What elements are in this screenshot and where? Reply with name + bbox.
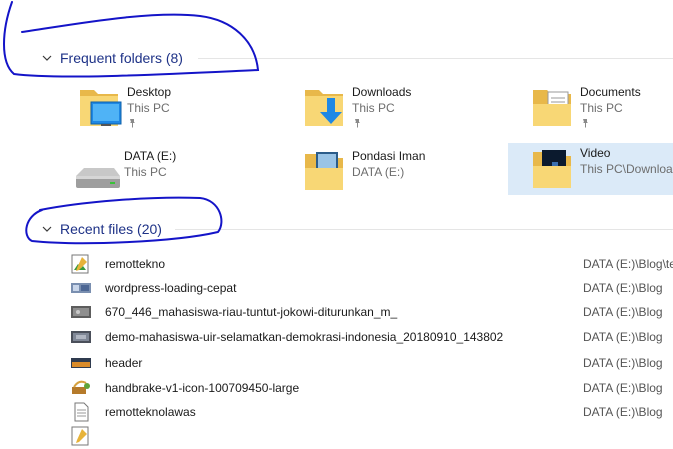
image-thumbnail-icon [70,378,92,398]
file-location: DATA (E:)\Blog\te [583,257,673,271]
file-location: DATA (E:)\Blog [583,405,663,419]
folder-tile-video[interactable]: Video This PC\Downloa [508,143,673,195]
file-name: demo-mahasiswa-uir-selamatkan-demokrasi-… [105,330,504,344]
file-name: wordpress-loading-cepat [105,281,237,295]
list-item[interactable]: demo-mahasiswa-uir-selamatkan-demokrasi-… [70,325,673,349]
group-divider [198,58,673,59]
folder-location: This PC [580,101,623,115]
pin-icon [355,119,360,128]
file-location: DATA (E:)\Blog [583,305,663,319]
file-location: DATA (E:)\Blog [583,330,663,344]
list-item[interactable]: remotteknolawas DATA (E:)\Blog [70,400,673,424]
file-name: remotteknolawas [105,405,196,419]
file-location: DATA (E:)\Blog [583,356,663,370]
chevron-down-icon [42,226,52,232]
recent-files-header[interactable]: Recent files (20) [40,219,162,239]
file-name: header [105,356,143,370]
file-name: 670_446_mahasiswa-riau-tuntut-jokowi-dit… [105,305,398,319]
folder-tile-data-drive[interactable]: DATA (E:) This PC [72,146,237,206]
folder-name: Video [580,146,611,160]
folder-name: Pondasi Iman [352,149,426,163]
group-divider [175,229,673,230]
list-item[interactable]: wordpress-loading-cepat DATA (E:)\Blog [70,276,673,300]
folder-icon [300,146,352,202]
folder-tile-documents[interactable]: Documents This PC [528,82,673,142]
file-location: DATA (E:)\Blog [583,281,663,295]
folder-name: Desktop [127,85,172,99]
list-item[interactable]: handbrake-v1-icon-100709450-large DATA (… [70,376,673,400]
image-editor-icon [70,254,92,274]
recent-files-label: Recent files (20) [60,221,162,237]
pin-icon [130,119,135,128]
folder-location: DATA (E:) [352,165,405,179]
file-name: remottekno [105,257,166,271]
list-item[interactable]: 670_446_mahasiswa-riau-tuntut-jokowi-dit… [70,300,673,324]
folder-location: This PC [124,165,167,179]
downloads-folder-icon [300,82,352,138]
image-thumbnail-icon [70,327,92,347]
folder-tile-desktop[interactable]: Desktop This PC [75,82,240,142]
folder-name: Downloads [352,85,412,99]
list-item[interactable]: remottekno DATA (E:)\Blog\te [70,252,673,276]
desktop-folder-icon [75,82,127,138]
documents-folder-icon [528,82,580,138]
pin-icon [583,119,588,128]
list-item[interactable]: header DATA (E:)\Blog [70,351,673,375]
frequent-folders-header[interactable]: Frequent folders (8) [40,48,183,68]
folder-location: This PC [352,101,395,115]
image-thumbnail-icon [70,302,92,322]
image-editor-icon [70,426,92,446]
folder-location: This PC\Downloa [580,162,673,176]
list-item[interactable] [70,424,673,448]
video-folder-icon [528,146,580,202]
chevron-down-icon [42,55,52,61]
folder-tile-downloads[interactable]: Downloads This PC [300,82,465,142]
frequent-folders-label: Frequent folders (8) [60,50,183,66]
image-thumbnail-icon [70,353,92,373]
document-icon [70,402,92,422]
folder-name: Documents [580,85,641,99]
file-name: handbrake-v1-icon-100709450-large [105,381,300,395]
folder-name: DATA (E:) [124,149,177,163]
image-thumbnail-icon [70,278,92,298]
folder-location: This PC [127,101,170,115]
file-location: DATA (E:)\Blog [583,381,663,395]
folder-tile-pondasi-iman[interactable]: Pondasi Iman DATA (E:) [300,146,465,206]
drive-icon [72,146,124,202]
